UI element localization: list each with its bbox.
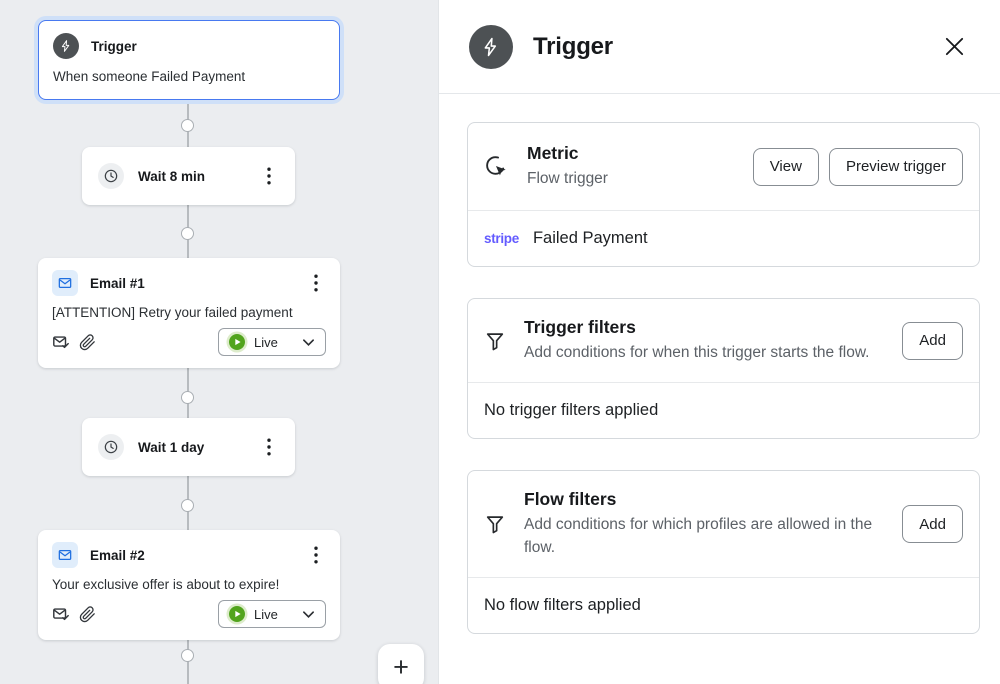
funnel-icon <box>484 512 506 536</box>
connector-anchor[interactable] <box>181 227 194 240</box>
flow-filters-text: Flow filters Add conditions for which pr… <box>524 489 884 559</box>
lightning-icon <box>469 25 513 69</box>
add-trigger-filter-button[interactable]: Add <box>902 322 963 360</box>
trigger-filters-text: Trigger filters Add conditions for when … <box>524 317 884 364</box>
envelope-check-icon <box>52 333 70 351</box>
trigger-filters-actions: Add <box>902 322 963 360</box>
view-button[interactable]: View <box>753 148 819 186</box>
metric-card-text: Metric Flow trigger <box>527 143 735 190</box>
email-icon <box>52 270 78 296</box>
flow-filters-header: Flow filters Add conditions for which pr… <box>468 471 979 577</box>
connector-anchor[interactable] <box>181 119 194 132</box>
kebab-menu-icon[interactable] <box>259 436 279 458</box>
email-node-header: Email #1 <box>52 270 326 296</box>
email-status-dropdown[interactable]: Live <box>218 600 326 628</box>
add-flow-filter-button[interactable]: Add <box>902 505 963 543</box>
wait-node-label: Wait 1 day <box>138 440 204 455</box>
stripe-logo: stripe <box>484 231 519 246</box>
flow-filters-empty-state: No flow filters applied <box>468 578 979 633</box>
trigger-filters-card: Trigger filters Add conditions for when … <box>467 298 980 439</box>
email-node-title: Email #1 <box>90 276 145 291</box>
email-subject: [ATTENTION] Retry your failed payment <box>52 305 326 320</box>
metric-card-title: Metric <box>527 143 735 164</box>
email-subject: Your exclusive offer is about to expire! <box>52 577 326 592</box>
email-status-label: Live <box>254 607 302 622</box>
panel-header: Trigger <box>439 0 1000 94</box>
chevron-down-icon <box>302 610 315 619</box>
trigger-node-header: Trigger <box>53 33 325 59</box>
email-node-footer: Live <box>52 600 326 628</box>
flow-filters-title: Flow filters <box>524 489 884 510</box>
flow-filters-card: Flow filters Add conditions for which pr… <box>467 470 980 634</box>
flow-filters-actions: Add <box>902 505 963 543</box>
email-status-label: Live <box>254 335 302 350</box>
trigger-detail-panel: Trigger Metric <box>438 0 1000 684</box>
connector-anchor[interactable] <box>181 649 194 662</box>
paperclip-icon <box>79 334 96 351</box>
flow-builder-app: Trigger When someone Failed Payment Wait… <box>0 0 1000 684</box>
kebab-menu-icon[interactable] <box>306 544 326 566</box>
trigger-filters-empty-state: No trigger filters applied <box>468 383 979 438</box>
metric-row: stripe Failed Payment <box>468 211 979 266</box>
panel-title: Trigger <box>533 33 613 61</box>
funnel-icon <box>484 329 506 353</box>
email-status-dropdown[interactable]: Live <box>218 328 326 356</box>
metric-card-header: Metric Flow trigger View Preview trigger <box>468 123 979 210</box>
trigger-node-title: Trigger <box>91 39 137 54</box>
clock-icon <box>98 434 124 460</box>
play-icon <box>229 606 245 622</box>
wait-node-2[interactable]: Wait 1 day <box>82 418 295 476</box>
kebab-menu-icon[interactable] <box>259 165 279 187</box>
preview-trigger-button[interactable]: Preview trigger <box>829 148 963 186</box>
trigger-filters-title: Trigger filters <box>524 317 884 338</box>
email-icon <box>52 542 78 568</box>
panel-body: Metric Flow trigger View Preview trigger… <box>439 94 1000 684</box>
close-icon[interactable] <box>938 31 970 63</box>
envelope-check-icon <box>52 605 70 623</box>
metric-card: Metric Flow trigger View Preview trigger… <box>467 122 980 267</box>
trigger-node[interactable]: Trigger When someone Failed Payment <box>38 20 340 100</box>
kebab-menu-icon[interactable] <box>306 272 326 294</box>
wait-node-1[interactable]: Wait 8 min <box>82 147 295 205</box>
connector-anchor[interactable] <box>181 499 194 512</box>
email-node-1[interactable]: Email #1 [ATTENTION] Retry your failed p… <box>38 258 340 368</box>
chevron-down-icon <box>302 338 315 347</box>
clock-icon <box>98 163 124 189</box>
email-node-footer: Live <box>52 328 326 356</box>
lightning-icon <box>53 33 79 59</box>
metric-target-icon <box>484 154 509 179</box>
connector-anchor[interactable] <box>181 391 194 404</box>
email-node-title: Email #2 <box>90 548 145 563</box>
metric-card-subtitle: Flow trigger <box>527 167 735 190</box>
paperclip-icon <box>79 606 96 623</box>
play-icon <box>229 334 245 350</box>
trigger-node-subtitle: When someone Failed Payment <box>53 69 325 84</box>
metric-card-actions: View Preview trigger <box>753 148 963 186</box>
flow-filters-description: Add conditions for which profiles are al… <box>524 513 882 559</box>
wait-node-label: Wait 8 min <box>138 169 205 184</box>
zoom-in-button[interactable]: + <box>378 644 424 684</box>
email-node-2[interactable]: Email #2 Your exclusive offer is about t… <box>38 530 340 640</box>
email-node-header: Email #2 <box>52 542 326 568</box>
metric-name: Failed Payment <box>533 229 648 248</box>
flow-canvas[interactable]: Trigger When someone Failed Payment Wait… <box>0 0 438 684</box>
trigger-filters-description: Add conditions for when this trigger sta… <box>524 341 882 364</box>
trigger-filters-header: Trigger filters Add conditions for when … <box>468 299 979 382</box>
